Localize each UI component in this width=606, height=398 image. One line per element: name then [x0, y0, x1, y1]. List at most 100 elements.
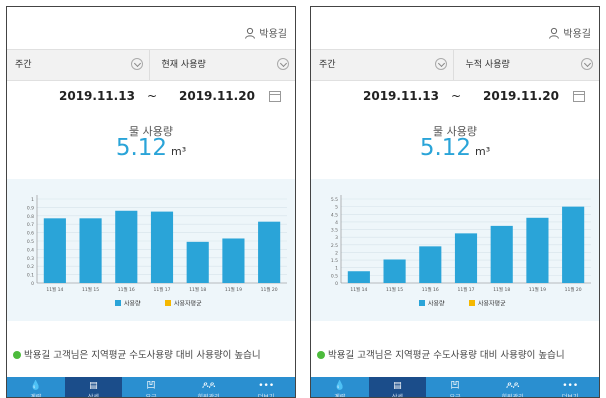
- chart-bar: [43, 218, 66, 283]
- y-tick-label: 0.1: [27, 273, 34, 279]
- chart-bar: [419, 246, 442, 283]
- bill-icon: 凹: [450, 381, 460, 391]
- user-icon: [549, 27, 560, 39]
- tab-people[interactable]: ዶዶ 회원관리: [180, 377, 238, 398]
- status-dot-icon: [317, 351, 325, 359]
- y-tick-label: 0: [31, 281, 34, 287]
- chart-bar: [562, 206, 585, 283]
- x-tick-label: 11월 19: [225, 286, 242, 293]
- tab-list[interactable]: ▤ 상세: [64, 377, 123, 398]
- tab-label: 계량: [334, 394, 346, 398]
- list-icon: ▤: [89, 381, 98, 391]
- date-separator: ~: [451, 89, 462, 103]
- legend-label: 사용자평균: [174, 300, 202, 308]
- bottom-tab-bar: 💧 계량 ▤ 상세 凹 요금 ዶዶ 회원관리 ••• 더보기: [311, 377, 599, 398]
- user-profile[interactable]: 박용길: [244, 25, 287, 40]
- water-drop-icon: 💧: [334, 381, 346, 391]
- date-separator: ~: [147, 89, 158, 103]
- tab-more[interactable]: ••• 더보기: [237, 377, 295, 398]
- tab-bill[interactable]: 凹 요금: [122, 377, 180, 398]
- x-tick-label: 11월 18: [189, 286, 206, 293]
- tab-label: 요금: [145, 394, 157, 398]
- chart-bar: [526, 217, 549, 283]
- tab-label: 요금: [449, 394, 461, 398]
- legend-swatch: [419, 300, 425, 306]
- y-tick-label: 0.3: [27, 256, 34, 262]
- y-tick-label: 1.5: [331, 258, 338, 264]
- usage-unit: m³: [475, 145, 491, 158]
- y-tick-label: 0.9: [27, 205, 34, 211]
- chart-bar: [258, 221, 281, 283]
- bottom-tab-bar: 💧 계량 ▤ 상세 凹 요금 ዶዶ 회원관리 ••• 더보기: [7, 377, 295, 398]
- y-tick-label: 0.8: [27, 214, 34, 220]
- usage-unit: m³: [171, 145, 187, 158]
- y-tick-label: 0: [335, 281, 338, 287]
- usage-notice: 박용길 고객님은 지역평균 수도사용량 대비 사용량이 높습니: [317, 347, 599, 361]
- user-name: 박용길: [259, 29, 287, 40]
- tab-bill[interactable]: 凹 요금: [426, 377, 484, 398]
- calendar-icon[interactable]: [573, 91, 585, 102]
- people-icon: ዶዶ: [506, 381, 520, 391]
- y-tick-label: 0.2: [27, 264, 34, 270]
- x-tick-label: 11월 14: [350, 286, 367, 293]
- period-select[interactable]: 주간: [7, 50, 149, 80]
- y-tick-label: 0.5: [331, 273, 338, 279]
- date-from[interactable]: 2019.11.13: [59, 89, 135, 103]
- tab-people[interactable]: ዶዶ 회원관리: [484, 377, 542, 398]
- date-to[interactable]: 2019.11.20: [179, 89, 255, 103]
- y-tick-label: 4.5: [331, 212, 338, 218]
- chevron-down-icon: [277, 58, 289, 70]
- usage-bar-chart: 0 0.51 1.5 22.5 33.5 4 4.55 5.5 11월 14 11월 15 11월 …: [331, 195, 591, 308]
- chevron-down-icon: [130, 58, 143, 70]
- x-tick-label: 11월 16: [118, 286, 135, 293]
- chart-bar: [186, 241, 209, 283]
- x-tick-label: 11월 15: [82, 286, 99, 293]
- tab-more[interactable]: ••• 더보기: [541, 377, 599, 398]
- filter-row: 주간 현재 사용량: [7, 49, 295, 81]
- chart-bar: [115, 210, 138, 283]
- y-tick-label: 0.4: [27, 247, 34, 253]
- water-drop-icon: 💧: [30, 381, 42, 391]
- x-tick-label: 11월 15: [386, 286, 403, 293]
- user-name: 박용길: [563, 29, 591, 40]
- period-select[interactable]: 주간: [311, 50, 453, 80]
- x-tick-label: 11월 17: [457, 286, 474, 293]
- filter-row: 주간 누적 사용량: [311, 49, 599, 81]
- tab-label: 상세: [87, 394, 99, 398]
- usage-chart: 0 0.5 1 1.5 2 2.5 3 3.5 4 4.5 5 5.5 11월 14 11월 15 11월 …: [311, 179, 599, 321]
- y-tick-label: 0.5: [27, 239, 34, 245]
- legend-swatch: [469, 300, 475, 306]
- chart-bar: [490, 225, 513, 283]
- y-tick-label: 0.7: [27, 222, 34, 228]
- calendar-icon[interactable]: [269, 91, 281, 102]
- usage-bar-chart: 0 0.1 0.2 0.3 0.4 0.5 0.6 0.7 0.8 0.9 1 11월 14 11월 1…: [27, 195, 287, 308]
- chart-bar: [222, 238, 245, 283]
- x-tick-label: 11월 20: [261, 286, 278, 293]
- user-profile[interactable]: 박용길: [548, 25, 591, 40]
- list-icon: ▤: [393, 381, 402, 391]
- tab-water-drop[interactable]: 💧 계량: [311, 377, 369, 398]
- metric-select[interactable]: 현재 사용량: [148, 50, 296, 80]
- x-tick-label: 11월 14: [46, 286, 63, 293]
- tab-label: 회원관리: [197, 394, 220, 398]
- user-icon: [245, 27, 256, 39]
- metric-select[interactable]: 누적 사용량: [452, 50, 600, 80]
- tab-list[interactable]: ▤ 상세: [368, 377, 427, 398]
- tab-label: 회원관리: [501, 394, 524, 398]
- x-tick-label: 11월 19: [529, 286, 546, 293]
- more-icon: •••: [562, 381, 579, 391]
- date-range: 2019.11.13 ~ 2019.11.20: [7, 89, 295, 109]
- screen-current-usage: 박용길 주간 현재 사용량 2019.11.13 ~ 2019.11.20 물 …: [6, 6, 296, 398]
- more-icon: •••: [258, 381, 275, 391]
- tab-label: 상세: [391, 394, 403, 398]
- usage-notice-text: 박용길 고객님은 지역평균 수도사용량 대비 사용량이 높습니: [328, 350, 565, 361]
- tab-label: 더보기: [257, 394, 275, 398]
- date-to[interactable]: 2019.11.20: [483, 89, 559, 103]
- tab-water-drop[interactable]: 💧 계량: [7, 377, 65, 397]
- tab-label: 더보기: [561, 394, 579, 398]
- date-from[interactable]: 2019.11.13: [363, 89, 439, 103]
- y-tick-label: 3: [335, 235, 338, 241]
- period-select-value: 주간: [319, 60, 336, 70]
- y-tick-label: 1: [31, 197, 34, 203]
- status-dot-icon: [13, 351, 21, 359]
